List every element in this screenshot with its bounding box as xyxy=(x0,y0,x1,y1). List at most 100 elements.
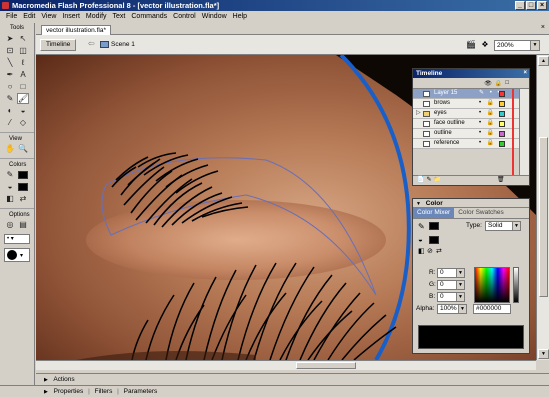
pencil-tool-icon[interactable]: ✎ xyxy=(4,93,16,104)
fill-color-swatch[interactable] xyxy=(17,181,29,192)
brush-tool-icon[interactable]: 🖌 xyxy=(17,93,29,104)
no-color-icon[interactable]: ⊘ xyxy=(427,247,433,255)
close-document-icon[interactable]: × xyxy=(541,24,545,31)
menu-text[interactable]: Text xyxy=(110,13,129,20)
maximize-button[interactable]: □ xyxy=(526,1,536,10)
scroll-down-icon[interactable]: ▼ xyxy=(538,349,549,359)
layer-visibility-lock[interactable]: • 🔒 xyxy=(479,99,496,108)
delete-layer-icon[interactable]: 🗑 xyxy=(497,176,507,185)
color-panel-header[interactable]: ▼ Color xyxy=(413,199,529,208)
actions-panel-bar[interactable]: ▶ Actions xyxy=(36,373,549,385)
close-window-button[interactable]: × xyxy=(537,1,547,10)
layer-color-box[interactable] xyxy=(499,141,505,147)
line-tool-icon[interactable]: ╲ xyxy=(4,57,16,68)
edit-scene-icon[interactable]: 🎬 xyxy=(466,40,476,49)
properties-panel-bar[interactable]: ▶ Properties | Filters | Parameters xyxy=(36,385,549,397)
paint-bucket-tool-icon[interactable]: ◒ xyxy=(17,105,29,116)
collapse-triangle-icon[interactable]: ▼ xyxy=(416,201,421,207)
layer-visibility-lock[interactable]: • 🔒 xyxy=(479,139,496,148)
menu-view[interactable]: View xyxy=(38,13,59,20)
timeline-panel-header[interactable]: Timeline × xyxy=(413,69,529,78)
eye-icon[interactable]: 👁 xyxy=(484,80,492,87)
parameters-tab[interactable]: Parameters xyxy=(124,388,158,395)
swap-colors-icon[interactable]: ⇄ xyxy=(17,193,29,204)
subselection-tool-icon[interactable]: ↖ xyxy=(17,33,29,44)
eyedropper-tool-icon[interactable]: ⁄ xyxy=(4,117,16,128)
lock-fill-icon[interactable]: ▤ xyxy=(17,219,29,230)
brush-size-dropdown[interactable]: ▾ xyxy=(4,248,30,262)
layer-color-box[interactable] xyxy=(499,131,505,137)
g-input[interactable]: 0 ▼ xyxy=(437,280,465,290)
type-select[interactable]: Solid ▼ xyxy=(485,221,521,231)
back-arrow-icon[interactable]: ⇦ xyxy=(88,39,95,48)
brush-mode-select[interactable]: • ▾ xyxy=(0,231,34,247)
outline-icon[interactable]: □ xyxy=(505,80,509,86)
gradient-transform-tool-icon[interactable]: ◫ xyxy=(17,45,29,56)
black-white-icon[interactable]: ◧ xyxy=(4,193,16,204)
b-input[interactable]: 0 ▼ xyxy=(437,292,465,302)
add-guide-icon[interactable]: ✎ xyxy=(426,177,433,183)
stroke-color-swatch[interactable] xyxy=(17,169,29,180)
lasso-tool-icon[interactable]: ℓ xyxy=(17,57,29,68)
layer-color-box[interactable] xyxy=(499,101,505,107)
layer-color-box[interactable] xyxy=(499,91,505,97)
oval-tool-icon[interactable]: ○ xyxy=(4,81,16,92)
minimize-button[interactable]: _ xyxy=(515,1,525,10)
chevron-down-icon[interactable]: ▼ xyxy=(456,269,464,277)
pen-tool-icon[interactable]: ✒ xyxy=(4,69,16,80)
add-folder-icon[interactable]: 📁 xyxy=(434,177,443,183)
timeline-button[interactable]: Timeline xyxy=(40,39,77,51)
zoom-tool-icon[interactable]: 🔍 xyxy=(17,143,29,154)
object-drawing-icon[interactable]: ◎ xyxy=(4,219,16,230)
edit-symbols-icon[interactable]: ❖ xyxy=(480,40,490,49)
scroll-up-icon[interactable]: ▲ xyxy=(538,56,549,66)
document-tab[interactable]: vector illustration.fla* xyxy=(41,25,111,35)
swap-colors-icon[interactable]: ⇄ xyxy=(436,247,442,255)
menu-help[interactable]: Help xyxy=(230,13,250,20)
menu-window[interactable]: Window xyxy=(199,13,230,20)
black-white-icon[interactable]: ◧ xyxy=(418,247,425,255)
fill-swatch[interactable] xyxy=(429,236,439,244)
brush-mode-dropdown[interactable]: • ▾ xyxy=(4,234,30,244)
close-panel-icon[interactable]: × xyxy=(523,69,527,78)
rectangle-tool-icon[interactable]: □ xyxy=(17,81,29,92)
layer-visibility-lock[interactable]: • 🔒 xyxy=(479,119,496,128)
menu-insert[interactable]: Insert xyxy=(59,13,83,20)
scene-label[interactable]: Scene 1 xyxy=(111,41,135,48)
menu-edit[interactable]: Edit xyxy=(20,13,38,20)
layer-color-box[interactable] xyxy=(499,121,505,127)
menu-modify[interactable]: Modify xyxy=(83,13,110,20)
lock-icon[interactable]: 🔒 xyxy=(495,80,502,87)
properties-tab[interactable]: Properties xyxy=(54,388,84,395)
eraser-tool-icon[interactable]: ◇ xyxy=(17,117,29,128)
layer-visibility-lock[interactable]: • 🔒 xyxy=(479,129,496,138)
hand-tool-icon[interactable]: ✋ xyxy=(4,143,16,154)
text-tool-icon[interactable]: A xyxy=(17,69,29,80)
menu-file[interactable]: File xyxy=(3,13,20,20)
chevron-down-icon[interactable]: ▼ xyxy=(530,41,539,50)
playhead[interactable] xyxy=(512,89,514,175)
stage-vertical-scrollbar[interactable]: ▲ ▼ xyxy=(536,55,549,360)
chevron-down-icon[interactable]: ▼ xyxy=(458,305,466,313)
zoom-select[interactable]: 200% ▼ xyxy=(494,40,540,51)
stage-horizontal-scrollbar[interactable] xyxy=(36,360,536,370)
timeline-scrollbar[interactable] xyxy=(519,89,529,175)
menu-commands[interactable]: Commands xyxy=(128,13,170,20)
vertical-scroll-thumb[interactable] xyxy=(539,137,548,297)
alpha-input[interactable]: 100% ▼ xyxy=(437,304,467,314)
brush-size-select[interactable]: ▾ xyxy=(0,247,34,263)
chevron-down-icon[interactable]: ▼ xyxy=(512,222,520,230)
free-transform-tool-icon[interactable]: ⊡ xyxy=(4,45,16,56)
color-spectrum[interactable] xyxy=(474,267,510,303)
ink-bottle-tool-icon[interactable]: ◐ xyxy=(4,105,16,116)
hex-input[interactable]: #000000 xyxy=(473,304,511,314)
brightness-slider[interactable] xyxy=(513,267,519,303)
filters-tab[interactable]: Filters xyxy=(95,388,113,395)
layer-visibility-lock[interactable]: • 🔒 xyxy=(479,109,496,118)
tab-color-swatches[interactable]: Color Swatches xyxy=(454,208,508,218)
folder-expand-icon[interactable]: ▷ xyxy=(416,109,421,118)
menu-control[interactable]: Control xyxy=(170,13,199,20)
chevron-down-icon[interactable]: ▼ xyxy=(456,281,464,289)
stroke-swatch[interactable] xyxy=(429,222,439,230)
horizontal-scroll-thumb[interactable] xyxy=(296,362,356,369)
